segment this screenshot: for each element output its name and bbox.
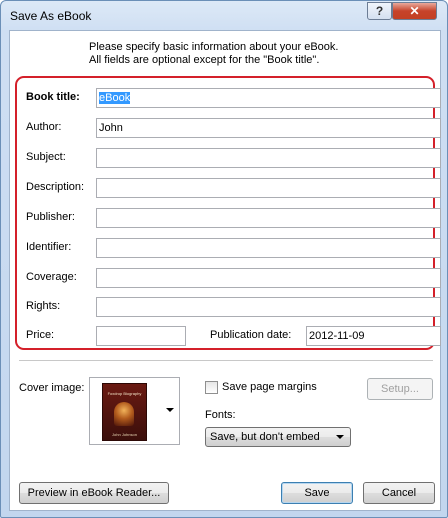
book-title-input[interactable]: eBook: [96, 88, 441, 108]
cancel-button[interactable]: Cancel: [363, 482, 435, 504]
author-label: Author:: [26, 121, 62, 133]
save-margins-checkbox[interactable]: [205, 381, 218, 394]
preview-button[interactable]: Preview in eBook Reader...: [19, 482, 169, 504]
publisher-input[interactable]: [96, 208, 441, 228]
dialog-body: Please specify basic information about y…: [9, 30, 441, 511]
window-title: Save As eBook: [10, 9, 92, 23]
publication-date-input[interactable]: 2012-11-09: [306, 326, 441, 346]
publication-date-label: Publication date:: [210, 329, 292, 341]
book-title-label: Book title:: [26, 91, 80, 103]
setup-button[interactable]: Setup...: [367, 378, 433, 400]
cover-image-dropdown[interactable]: Foxdrop Biography John Johnson: [89, 377, 180, 445]
book-title-value: eBook: [99, 92, 131, 104]
intro-text: Please specify basic information about y…: [89, 41, 338, 67]
rights-label: Rights:: [26, 300, 61, 312]
fonts-label: Fonts:: [205, 409, 236, 421]
close-button[interactable]: ✕: [392, 2, 437, 20]
identifier-label: Identifier:: [26, 241, 72, 253]
intro-line-1: Please specify basic information about y…: [89, 41, 339, 53]
coverage-input[interactable]: [96, 268, 441, 288]
subject-label: Subject:: [26, 151, 66, 163]
fonts-select-value: Save, but don't embed: [210, 431, 320, 443]
publisher-label: Publisher:: [26, 211, 75, 223]
description-label: Description:: [26, 181, 85, 193]
book-cover-thumbnail: Foxdrop Biography John Johnson: [102, 383, 147, 441]
separator: [19, 360, 433, 361]
intro-line-2: All fields are optional except for the "…: [89, 54, 320, 66]
author-input[interactable]: John: [96, 118, 441, 138]
help-button[interactable]: ?: [367, 2, 392, 20]
subject-input[interactable]: [96, 148, 441, 168]
dropdown-arrow-icon: [166, 408, 174, 412]
save-button[interactable]: Save: [281, 482, 353, 504]
metadata-group: Book title: eBook Author: John Subject: …: [15, 76, 441, 350]
cover-image-label: Cover image:: [19, 382, 85, 394]
rights-input[interactable]: [96, 297, 441, 317]
cover-book-author: John Johnson: [112, 432, 137, 437]
chevron-down-icon: [336, 435, 344, 439]
fonts-select[interactable]: Save, but don't embed: [205, 427, 351, 447]
title-bar[interactable]: Save As eBook ? ✕: [1, 1, 447, 29]
description-input[interactable]: [96, 178, 441, 198]
price-label: Price:: [26, 329, 55, 341]
coverage-label: Coverage:: [26, 271, 77, 283]
save-as-ebook-dialog: Save As eBook ? ✕ Please specify basic i…: [0, 0, 448, 518]
identifier-input[interactable]: [96, 238, 441, 258]
save-margins-label: Save page margins: [222, 381, 317, 393]
cover-art-image: [114, 402, 134, 426]
cover-book-title: Foxdrop Biography: [107, 391, 142, 396]
price-input[interactable]: [96, 326, 186, 346]
